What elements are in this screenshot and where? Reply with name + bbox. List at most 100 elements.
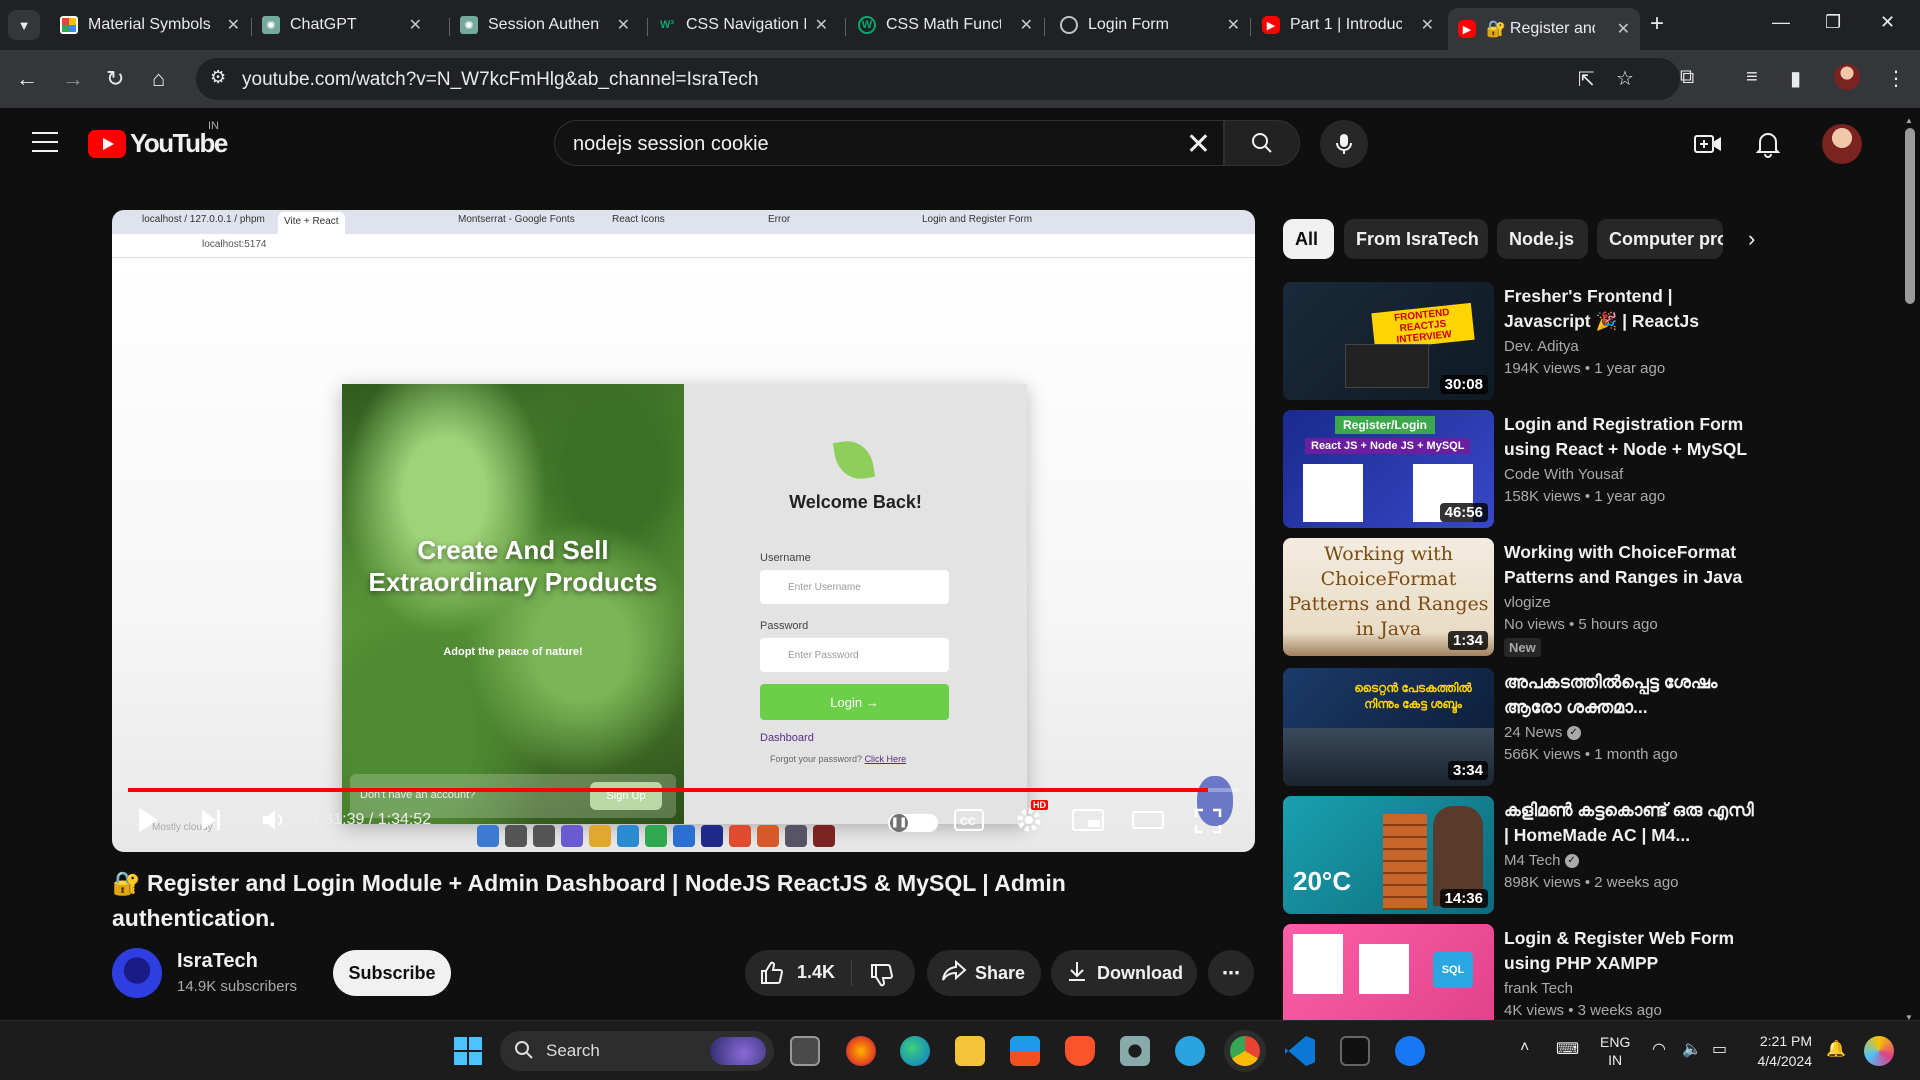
battery-icon[interactable]: ▭ xyxy=(1712,1039,1727,1059)
search-input[interactable]: nodejs session cookie ✕ xyxy=(554,120,1224,166)
taskbar-search[interactable]: Search xyxy=(500,1031,774,1071)
settings-button[interactable]: HD xyxy=(1015,800,1048,839)
search-button[interactable] xyxy=(1224,120,1300,166)
recommendation-channel[interactable]: Code With Yousaf xyxy=(1504,466,1623,483)
video-player[interactable]: localhost / 127.0.0.1 / phpm Vite + Reac… xyxy=(112,210,1255,852)
recommendation-channel[interactable]: frank Tech xyxy=(1504,980,1573,997)
recommendation-item[interactable]: FRONTEND REACTJS INTERVIEW 30:08 Fresher… xyxy=(1283,282,1753,400)
omnibox[interactable]: ⚙ youtube.com/watch?v=N_W7kcFmHlg&ab_cha… xyxy=(196,58,1680,100)
browser-tab-active[interactable]: ▶ 🔐 Register and Login ✕ xyxy=(1448,8,1640,50)
next-button[interactable] xyxy=(200,806,224,839)
browser-tab[interactable]: Login Form ✕ xyxy=(1050,8,1250,42)
recommendation-item[interactable]: 20°C 14:36 കളിമൺ കട്ടകൊണ്ട് ഒരു എസി | Ho… xyxy=(1283,796,1754,914)
notifications-button[interactable] xyxy=(1755,130,1781,163)
recommendation-title[interactable]: Login and Registration Form using React … xyxy=(1504,412,1754,462)
chip-nodejs[interactable]: Node.js xyxy=(1497,219,1588,259)
page-scrollbar[interactable]: ▲ ▼ xyxy=(1902,116,1918,1022)
browser-tab[interactable]: W CSS Math Functions ✕ xyxy=(848,8,1043,42)
clock[interactable]: 2:21 PM 4/4/2024 xyxy=(1752,1031,1813,1071)
play-button[interactable] xyxy=(136,806,160,839)
close-icon[interactable]: ✕ xyxy=(815,15,828,35)
close-icon[interactable]: ✕ xyxy=(617,15,630,35)
video-thumbnail[interactable]: ടൈറ്റൻ പേടകത്തിൽ നിന്നും കേട്ട ശബ്ദം 3:3… xyxy=(1283,668,1494,786)
thumbs-up-icon[interactable] xyxy=(759,960,785,991)
media-controls-icon[interactable]: ≡ xyxy=(1746,66,1758,89)
url-text[interactable]: youtube.com/watch?v=N_W7kcFmHlg&ab_chann… xyxy=(242,69,758,91)
video-thumbnail[interactable]: FRONTEND REACTJS INTERVIEW 30:08 xyxy=(1283,282,1494,400)
site-info-icon[interactable]: ⚙ xyxy=(210,67,226,88)
channel-name[interactable]: IsraTech xyxy=(177,950,258,973)
restore-icon[interactable]: ❐ xyxy=(1825,12,1841,33)
side-panel-icon[interactable]: ▮ xyxy=(1790,66,1801,91)
close-icon[interactable]: ✕ xyxy=(1020,15,1033,35)
reload-icon[interactable]: ↻ xyxy=(106,66,124,92)
settings-gear-icon[interactable] xyxy=(1120,1036,1150,1066)
back-icon[interactable]: ← xyxy=(16,66,38,92)
open-in-app-icon[interactable]: ⇱ xyxy=(1578,67,1595,92)
recommendation-item[interactable]: Register/Login React JS + Node JS + MySQ… xyxy=(1283,410,1753,528)
home-icon[interactable]: ⌂ xyxy=(152,66,165,92)
firefox-icon[interactable] xyxy=(846,1036,876,1066)
fullscreen-button[interactable] xyxy=(1194,808,1222,839)
brave-icon[interactable] xyxy=(1065,1036,1095,1066)
chrome-icon[interactable] xyxy=(1230,1036,1260,1066)
video-thumbnail[interactable]: Register/Login React JS + Node JS + MySQ… xyxy=(1283,410,1494,528)
close-icon[interactable]: ✕ xyxy=(1227,15,1240,35)
facebook-icon[interactable] xyxy=(1395,1036,1425,1066)
channel-label[interactable]: 24 News xyxy=(1504,724,1562,741)
recommendation-channel[interactable]: Dev. Aditya xyxy=(1504,338,1579,355)
recommendation-item[interactable]: Working with ChoiceFormat Patterns and R… xyxy=(1283,538,1754,657)
subscribe-button[interactable]: Subscribe xyxy=(333,950,451,996)
extensions-icon[interactable]: ⧉ xyxy=(1680,66,1694,89)
theater-mode-button[interactable] xyxy=(1132,808,1164,837)
terminal-icon[interactable] xyxy=(1340,1036,1370,1066)
file-explorer-icon[interactable] xyxy=(955,1036,985,1066)
account-avatar[interactable] xyxy=(1822,124,1862,164)
browser-tab[interactable]: ▶ Part 1 | Introduction ✕ xyxy=(1252,8,1444,42)
thumbs-down-icon[interactable] xyxy=(869,962,895,993)
chevron-up-icon[interactable]: ˄ xyxy=(1520,1039,1529,1057)
recommendation-title[interactable]: കളിമൺ കട്ടകൊണ്ട് ഒരു എസി | HomeMade AC |… xyxy=(1504,798,1754,848)
recommendation-title[interactable]: Working with ChoiceFormat Patterns and R… xyxy=(1504,540,1754,590)
recommendation-channel[interactable]: 24 News ✓ xyxy=(1504,724,1581,741)
menu-kebab-icon[interactable]: ⋮ xyxy=(1886,66,1906,91)
edge-icon[interactable] xyxy=(900,1036,930,1066)
wifi-icon[interactable]: ◠ xyxy=(1652,1039,1666,1059)
download-button[interactable]: Download xyxy=(1051,950,1197,996)
recommendation-item[interactable]: SQL Login & Register Web Form using PHP … xyxy=(1283,924,1753,1020)
more-actions-button[interactable]: ⋯ xyxy=(1208,950,1254,996)
autoplay-toggle[interactable]: ❚❚ xyxy=(888,814,938,832)
share-button[interactable]: Share xyxy=(927,950,1041,996)
video-thumbnail[interactable]: SQL xyxy=(1283,924,1494,1020)
volume-button[interactable] xyxy=(260,806,288,839)
chevron-right-icon[interactable]: › xyxy=(1748,226,1755,252)
browser-tab[interactable]: ✺ ChatGPT ✕ xyxy=(252,8,432,42)
close-icon[interactable]: ✕ xyxy=(1421,15,1434,35)
keyboard-icon[interactable]: ⌨ xyxy=(1556,1039,1579,1059)
task-view-icon[interactable] xyxy=(790,1036,820,1066)
recommendation-channel[interactable]: vlogize xyxy=(1504,594,1551,611)
language-indicator[interactable]: ENG IN xyxy=(1600,1033,1630,1069)
recommendation-title[interactable]: അപകടത്തിൽപ്പെട്ട ശേഷം ആരോ ശക്തമാ... xyxy=(1504,670,1754,720)
youtube-logo[interactable]: YouTube IN xyxy=(88,120,228,159)
browser-tab[interactable]: W³ CSS Navigation Bar ✕ xyxy=(648,8,838,42)
browser-tab[interactable]: Material Symbols ✕ xyxy=(50,8,250,42)
search-query[interactable]: nodejs session cookie xyxy=(573,133,769,156)
voice-search-button[interactable] xyxy=(1320,120,1368,168)
close-icon[interactable]: ✕ xyxy=(227,15,240,35)
video-thumbnail[interactable]: 20°C 14:36 xyxy=(1283,796,1494,914)
microsoft-store-icon[interactable] xyxy=(1010,1036,1040,1066)
minimize-icon[interactable]: — xyxy=(1772,12,1790,33)
window-close-icon[interactable]: ✕ xyxy=(1880,12,1895,33)
chip-from-isratech[interactable]: From IsraTech xyxy=(1344,219,1488,259)
windows-start-icon[interactable] xyxy=(454,1037,482,1065)
notification-bell-icon[interactable]: 🔔 xyxy=(1826,1039,1846,1059)
browser-tab[interactable]: ✺ Session Authentication ✕ xyxy=(450,8,640,42)
profile-avatar[interactable] xyxy=(1834,64,1860,90)
telegram-icon[interactable] xyxy=(1175,1036,1205,1066)
clear-search-icon[interactable]: ✕ xyxy=(1186,127,1211,162)
forward-icon[interactable]: → xyxy=(62,66,84,92)
video-thumbnail[interactable]: Working with ChoiceFormat Patterns and R… xyxy=(1283,538,1494,656)
recommendation-channel[interactable]: M4 Tech ✓ xyxy=(1504,852,1579,869)
new-tab-button[interactable]: + xyxy=(1650,10,1664,38)
